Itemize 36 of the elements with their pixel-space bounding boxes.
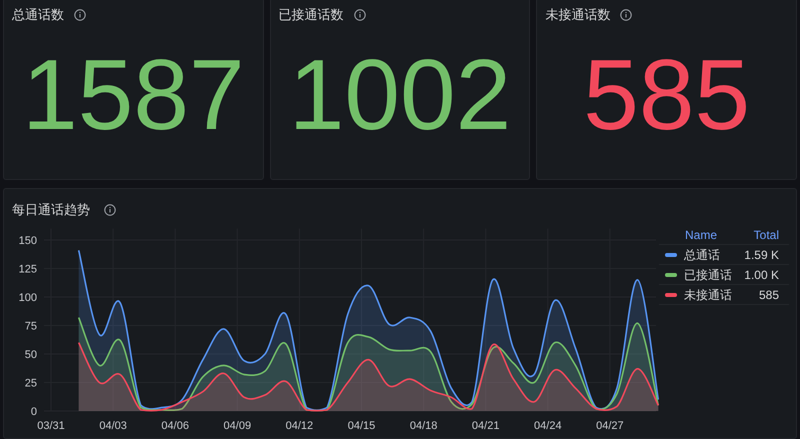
x-axis-label: 04/03 xyxy=(99,420,127,432)
panel-title: 总通话数 xyxy=(12,6,64,24)
x-axis-label: 04/15 xyxy=(348,420,376,432)
panel-title: 已接通话数 xyxy=(278,6,344,24)
x-axis-label: 04/12 xyxy=(286,420,314,432)
legend-name[interactable]: 未接通话 xyxy=(684,286,759,304)
x-axis-label: 04/06 xyxy=(161,420,189,432)
panel-title: 每日通话趋势 xyxy=(12,200,90,219)
legend-total: 585 xyxy=(758,286,779,304)
x-axis-label: 04/21 xyxy=(472,420,500,432)
legend-header: Name xyxy=(685,226,718,244)
y-axis-label: 100 xyxy=(18,292,37,304)
y-axis-label: 150 xyxy=(18,235,37,247)
legend-name[interactable]: 已接通话 xyxy=(684,266,744,284)
legend-total: 1.00 K xyxy=(744,266,779,284)
stat-value: 585 xyxy=(583,44,750,145)
y-axis-label: 75 xyxy=(24,320,37,332)
stat-value: 1587 xyxy=(22,44,245,145)
info-icon[interactable] xyxy=(104,204,116,216)
x-axis-label: 04/27 xyxy=(596,420,624,432)
stat-value: 1002 xyxy=(288,44,512,145)
info-icon[interactable] xyxy=(74,8,86,21)
x-axis-label: 03/31 xyxy=(37,420,65,432)
info-icon[interactable] xyxy=(620,8,632,21)
x-axis-label: 04/24 xyxy=(534,420,562,432)
x-axis-label: 04/18 xyxy=(410,420,438,432)
legend-name[interactable]: 总通话 xyxy=(684,246,744,264)
panel-title: 未接通话数 xyxy=(545,6,610,24)
y-axis-label: 25 xyxy=(24,378,37,390)
legend-header: Total xyxy=(754,226,779,244)
legend-total: 1.59 K xyxy=(744,246,779,264)
x-axis-label: 04/09 xyxy=(224,420,252,432)
y-axis-label: 0 xyxy=(30,406,37,418)
y-axis-label: 50 xyxy=(24,349,37,361)
info-icon[interactable] xyxy=(354,8,366,21)
y-axis-label: 125 xyxy=(18,264,37,276)
